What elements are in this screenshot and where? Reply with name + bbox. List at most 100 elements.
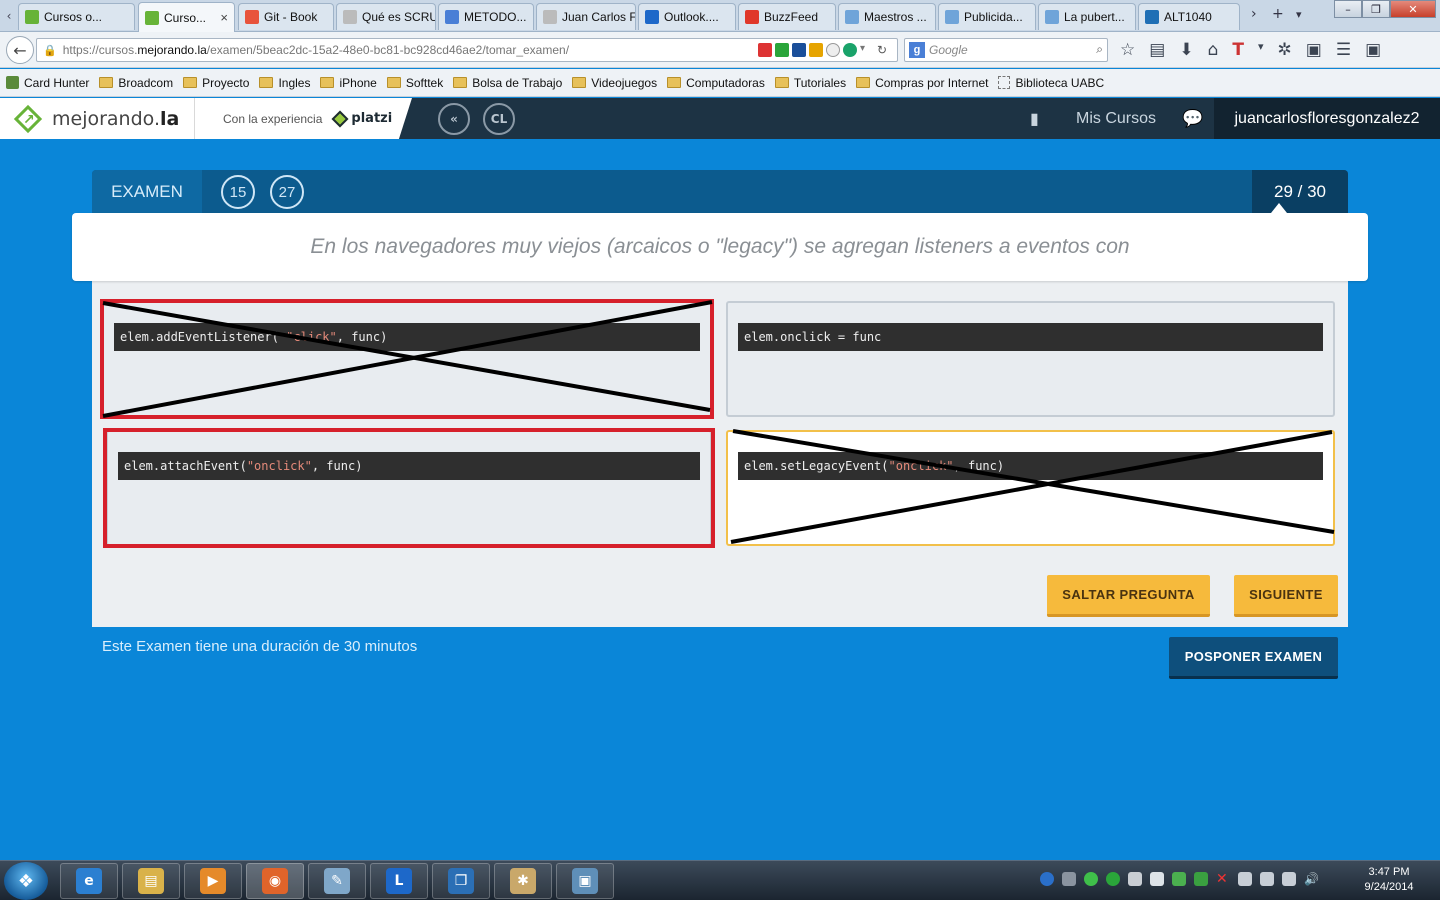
addon-circle-icon[interactable] — [843, 43, 857, 57]
tab-list-icon[interactable]: ▾ — [1296, 8, 1302, 21]
bookmark-item[interactable]: Computadoras — [667, 76, 765, 90]
bookmark-item[interactable]: Compras por Internet — [856, 76, 988, 90]
sidebar-icon[interactable]: ▣ — [1365, 40, 1381, 60]
browser-tab[interactable]: BuzzFeed — [738, 3, 836, 30]
action-center-icon[interactable] — [1238, 872, 1252, 886]
answer-option-2[interactable]: elem.onclick = func — [726, 301, 1335, 417]
browser-tab[interactable]: Git - Book — [238, 3, 334, 30]
dropdown-icon[interactable]: ▾ — [860, 43, 874, 57]
maximize-icon[interactable]: ❐ — [1362, 0, 1390, 18]
taskbar-item[interactable]: ▣ — [556, 863, 614, 899]
bookmark-item[interactable]: Biblioteca UABC — [998, 76, 1104, 90]
tab-scroll-right-icon[interactable]: › — [1251, 6, 1257, 22]
tray-icon[interactable] — [1106, 872, 1120, 886]
tray-icon[interactable] — [1172, 872, 1186, 886]
postpone-exam-button[interactable]: POSPONER EXAMEN — [1169, 637, 1338, 679]
t-addon-icon[interactable]: T — [1232, 40, 1244, 60]
taskbar-item[interactable]: ✎ — [308, 863, 366, 899]
tray-icon[interactable] — [1194, 872, 1208, 886]
tray-icon[interactable] — [1128, 872, 1142, 886]
browser-tab[interactable]: ALT1040 — [1138, 3, 1240, 30]
platzi-logo[interactable]: platzi — [331, 110, 392, 127]
tray-icon[interactable] — [1150, 872, 1164, 886]
extension-icon[interactable]: ✲ — [1278, 40, 1292, 60]
browser-tab[interactable]: Juan Carlos Fl... — [536, 3, 636, 30]
taskbar-item[interactable]: ❐ — [432, 863, 490, 899]
browser-tab[interactable]: Curso... × — [138, 2, 235, 32]
taskbar-item[interactable]: ✱ — [494, 863, 552, 899]
start-button[interactable]: ❖ — [4, 862, 48, 900]
t-addon-dropdown-icon[interactable]: ▾ — [1258, 40, 1264, 60]
addon-yellow-icon[interactable] — [809, 43, 823, 57]
tab-scroll-left-icon[interactable]: ‹ — [0, 6, 18, 26]
display-icon[interactable] — [1260, 872, 1274, 886]
taskbar-item[interactable]: ▶ — [184, 863, 242, 899]
reload-icon[interactable]: ↻ — [877, 43, 891, 57]
exam-duration-text: Este Examen tiene una duración de 30 min… — [102, 638, 418, 655]
history-clock-icon[interactable] — [826, 43, 840, 57]
new-tab-icon[interactable]: + — [1272, 6, 1284, 22]
back-button[interactable]: ← — [6, 36, 34, 64]
bookmark-item[interactable]: Tutoriales — [774, 76, 846, 90]
tray-icon[interactable] — [1062, 872, 1076, 886]
addon-green-icon[interactable] — [775, 43, 789, 57]
clock[interactable]: 3:47 PM 9/24/2014 — [1354, 865, 1424, 895]
bookmark-item[interactable]: Broadcom — [99, 76, 173, 90]
clock-date: 9/24/2014 — [1364, 881, 1414, 893]
browser-tab[interactable]: METODO... — [438, 3, 534, 30]
site-logo[interactable]: ↗ mejorando.la — [0, 98, 194, 139]
power-icon[interactable] — [1282, 872, 1296, 886]
bookmarks-bar: Card Hunter Broadcom Proyecto Ingles iPhone S… — [0, 69, 1440, 97]
skip-question-button[interactable]: SALTAR PREGUNTA — [1047, 575, 1210, 617]
bookmark-item[interactable]: Bolsa de Trabajo — [453, 76, 562, 90]
pocket-icon[interactable]: ▣ — [1306, 40, 1322, 60]
answer-option-4[interactable]: elem.setLegacyEvent("onclick", func) — [726, 430, 1335, 546]
bookmark-item[interactable]: Videojuegos — [572, 76, 657, 90]
bookmark-star-icon[interactable]: ☆ — [1120, 40, 1135, 60]
folder-icon — [259, 77, 274, 88]
bookmark-label: Compras por Internet — [875, 75, 989, 90]
taskbar-item[interactable]: e — [60, 863, 118, 899]
downloads-icon[interactable]: ⬇ — [1179, 40, 1193, 60]
network-error-icon[interactable]: ✕ — [1216, 872, 1230, 886]
taskbar-item[interactable]: ▤ — [122, 863, 180, 899]
browser-tab[interactable]: Cursos o... — [18, 3, 135, 30]
addon-red-icon[interactable] — [758, 43, 772, 57]
mejorando-icon — [25, 10, 39, 24]
bookmark-item[interactable]: Proyecto — [183, 76, 249, 90]
tray-icon[interactable] — [1040, 872, 1054, 886]
taskbar-item[interactable]: ◉ — [246, 863, 304, 899]
bookmark-item[interactable]: Card Hunter — [6, 76, 89, 90]
close-tab-icon[interactable]: × — [220, 10, 228, 25]
cl-icon[interactable]: CL — [483, 103, 515, 135]
close-window-icon[interactable]: ✕ — [1390, 0, 1436, 18]
rewind-icon[interactable]: « — [438, 103, 470, 135]
nav-my-courses[interactable]: Mis Cursos — [1076, 98, 1156, 139]
reading-list-icon[interactable]: ▤ — [1149, 40, 1165, 60]
user-menu[interactable]: juancarlosfloresgonzalez2 — [1214, 98, 1440, 139]
browser-tab[interactable]: Qué es SCRU... — [336, 3, 436, 30]
home-icon[interactable]: ⌂ — [1208, 40, 1219, 60]
search-icon[interactable]: ⌕ — [1096, 42, 1103, 57]
google-icon[interactable]: g — [909, 42, 925, 58]
addon-blue-icon[interactable] — [792, 43, 806, 57]
search-bar[interactable]: g Google ⌕ — [904, 38, 1108, 62]
next-button[interactable]: SIGUIENTE — [1234, 575, 1338, 617]
bookmark-item[interactable]: iPhone — [320, 76, 377, 90]
browser-tab[interactable]: Outlook.... — [638, 3, 736, 30]
taskbar-item[interactable]: L — [370, 863, 428, 899]
browser-tab[interactable]: Publicida... — [938, 3, 1036, 30]
globe-icon — [445, 10, 459, 24]
menu-icon[interactable]: ☰ — [1336, 40, 1351, 60]
platzi-icon — [331, 110, 349, 127]
volume-icon[interactable]: 🔊 — [1304, 872, 1319, 886]
bookmark-item[interactable]: Softtek — [386, 76, 443, 90]
tray-icon[interactable] — [1084, 872, 1098, 886]
browser-tab[interactable]: La pubert... — [1038, 3, 1136, 30]
bookmark-item[interactable]: Ingles — [259, 76, 310, 90]
browser-tab[interactable]: Maestros ... — [838, 3, 936, 30]
minimize-icon[interactable]: – — [1334, 0, 1362, 18]
notes-icon[interactable]: ▮ — [1030, 98, 1039, 139]
chat-icon[interactable]: 💬 — [1182, 98, 1203, 139]
url-bar[interactable]: 🔒 https://cursos. mejorando.la/examen/5be… — [36, 38, 898, 62]
